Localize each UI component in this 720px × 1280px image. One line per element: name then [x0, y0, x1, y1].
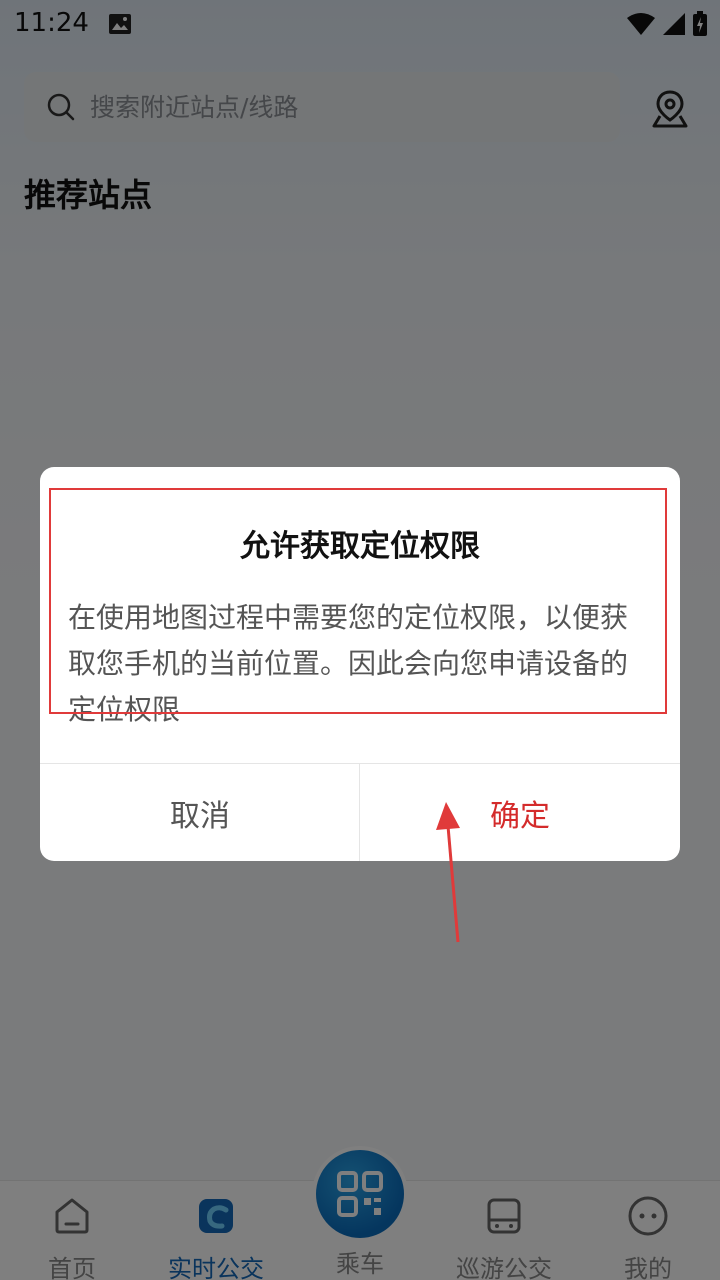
confirm-button[interactable]: 确定: [360, 764, 680, 861]
cancel-button[interactable]: 取消: [40, 764, 360, 861]
annotation-highlight-box: [49, 488, 667, 714]
annotation-arrow: [436, 802, 460, 943]
